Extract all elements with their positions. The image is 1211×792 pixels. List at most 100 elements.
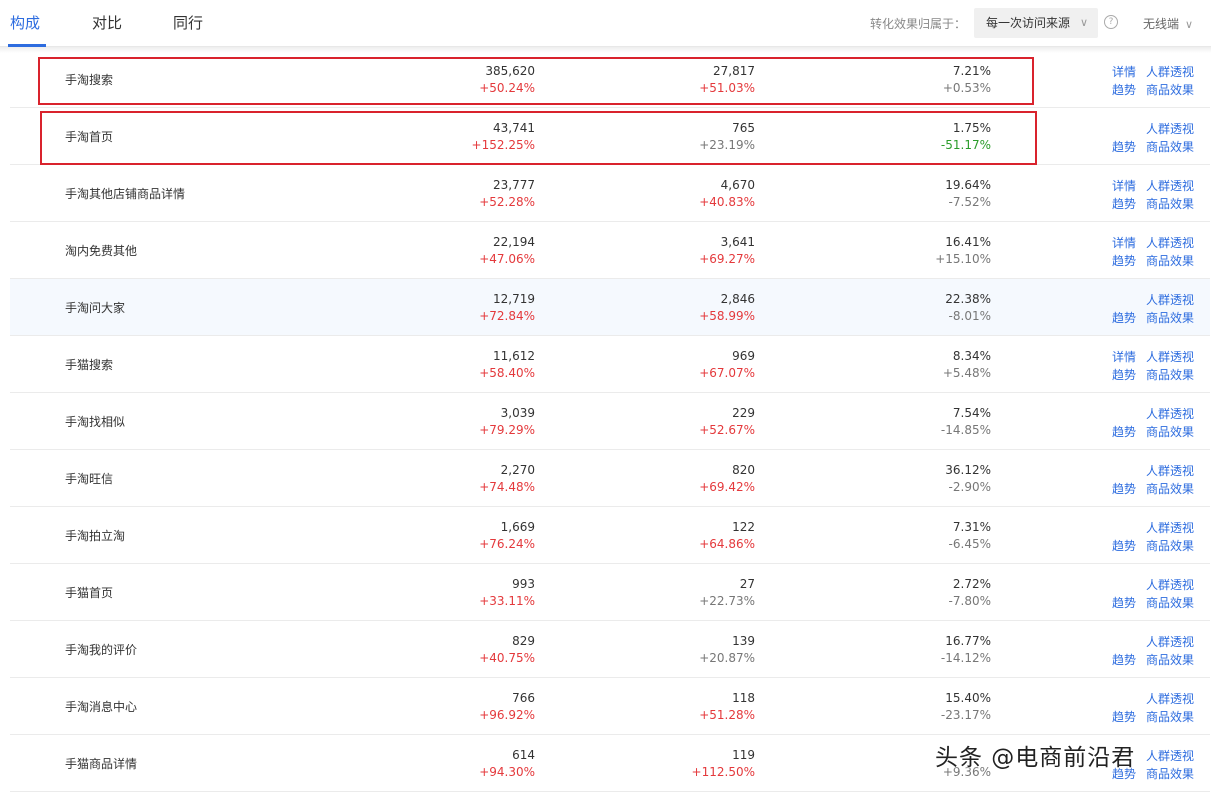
device-select[interactable]: 无线端 ∨ xyxy=(1143,15,1193,32)
crowd-link[interactable]: 人群透视 xyxy=(1146,405,1194,423)
detail-link[interactable]: 详情 xyxy=(1112,177,1136,195)
attribution-select[interactable]: 每一次访问来源 ∨ xyxy=(974,8,1098,38)
crowd-link[interactable]: 人群透视 xyxy=(1146,690,1194,708)
buyers-change: +51.28% xyxy=(699,708,755,722)
buyers-value: 139 xyxy=(732,634,755,648)
conversion-value: 7.21% xyxy=(952,64,991,78)
trend-link[interactable]: 趋势 xyxy=(1112,480,1136,498)
crowd-link[interactable]: 人群透视 xyxy=(1146,291,1194,309)
crowd-link[interactable]: 人群透视 xyxy=(1146,462,1194,480)
buyers-value: 119 xyxy=(732,748,755,762)
crowd-link[interactable]: 人群透视 xyxy=(1146,747,1194,765)
conversion-change: +5.48% xyxy=(942,366,991,380)
crowd-link[interactable]: 人群透视 xyxy=(1146,120,1194,138)
crowd-link[interactable]: 人群透视 xyxy=(1146,576,1194,594)
goods-effect-link[interactable]: 商品效果 xyxy=(1146,252,1194,270)
tab-compare[interactable]: 对比 xyxy=(92,12,122,36)
trend-link[interactable]: 趋势 xyxy=(1112,651,1136,669)
trend-link[interactable]: 趋势 xyxy=(1112,195,1136,213)
buyers-change: +51.03% xyxy=(699,81,755,95)
buyers-cell: 122 +64.86% xyxy=(610,519,755,553)
crowd-link[interactable]: 人群透视 xyxy=(1146,177,1194,195)
goods-effect-link[interactable]: 商品效果 xyxy=(1146,480,1194,498)
trend-link[interactable]: 趋势 xyxy=(1112,81,1136,99)
visitors-value: 22,194 xyxy=(493,235,535,249)
buyers-cell: 4,670 +40.83% xyxy=(610,177,755,211)
chevron-down-icon: ∨ xyxy=(1079,16,1088,29)
detail-link[interactable]: 详情 xyxy=(1112,234,1136,252)
visitors-change: +74.48% xyxy=(479,480,535,494)
conversion-change: -51.17% xyxy=(940,138,991,152)
goods-effect-link[interactable]: 商品效果 xyxy=(1146,537,1194,555)
attribution-selected-value: 每一次访问来源 xyxy=(986,16,1071,30)
conversion-change: +0.53% xyxy=(942,81,991,95)
table-row: 手淘找相似 3,039 +79.29% 229 +52.67% 7.54% -14.85% 人… xyxy=(10,393,1210,450)
trend-link[interactable]: 趋势 xyxy=(1112,309,1136,327)
goods-effect-link[interactable]: 商品效果 xyxy=(1146,651,1194,669)
conversion-value: 8.34% xyxy=(952,349,991,363)
trend-link[interactable]: 趋势 xyxy=(1112,594,1136,612)
goods-effect-link[interactable]: 商品效果 xyxy=(1146,309,1194,327)
crowd-link[interactable]: 人群透视 xyxy=(1146,63,1194,81)
visitors-cell: 12,719 +72.84% xyxy=(390,291,535,325)
buyers-change: +67.07% xyxy=(699,366,755,380)
detail-link[interactable]: 详情 xyxy=(1112,63,1136,81)
trend-link[interactable]: 趋势 xyxy=(1112,537,1136,555)
goods-effect-link[interactable]: 商品效果 xyxy=(1146,765,1194,783)
conversion-change: -7.80% xyxy=(948,594,991,608)
conversion-cell: 7.21% +0.53% xyxy=(846,63,991,97)
goods-effect-link[interactable]: 商品效果 xyxy=(1146,81,1194,99)
conversion-cell: 7.31% -6.45% xyxy=(846,519,991,553)
visitors-change: +79.29% xyxy=(479,423,535,437)
conversion-cell: 8.34% +5.48% xyxy=(846,348,991,382)
source-name: 手猫搜索 xyxy=(65,358,114,372)
crowd-link[interactable]: 人群透视 xyxy=(1146,234,1194,252)
table-row: 手猫首页 993 +33.11% 27 +22.73% 2.72% -7.80% 人群透视 趋势… xyxy=(10,564,1210,621)
buyers-change: +64.86% xyxy=(699,537,755,551)
crowd-link[interactable]: 人群透视 xyxy=(1146,519,1194,537)
buyers-value: 3,641 xyxy=(720,235,755,249)
buyers-cell: 2,846 +58.99% xyxy=(610,291,755,325)
visitors-cell: 829 +40.75% xyxy=(390,633,535,667)
trend-link[interactable]: 趋势 xyxy=(1112,252,1136,270)
trend-link[interactable]: 趋势 xyxy=(1112,366,1136,384)
goods-effect-link[interactable]: 商品效果 xyxy=(1146,138,1194,156)
visitors-cell: 43,741 +152.25% xyxy=(390,120,535,154)
tab-peers[interactable]: 同行 xyxy=(173,12,203,36)
buyers-value: 969 xyxy=(732,349,755,363)
table-row: 手淘我的评价 829 +40.75% 139 +20.87% 16.77% -14.12% 人… xyxy=(10,621,1210,678)
visitors-value: 23,777 xyxy=(493,178,535,192)
visitors-cell: 385,620 +50.24% xyxy=(390,63,535,97)
help-icon[interactable]: ? xyxy=(1104,15,1118,29)
visitors-value: 614 xyxy=(512,748,535,762)
goods-effect-link[interactable]: 商品效果 xyxy=(1146,708,1194,726)
buyers-value: 765 xyxy=(732,121,755,135)
buyers-value: 4,670 xyxy=(720,178,755,192)
visitors-change: +152.25% xyxy=(471,138,535,152)
table-row: 手淘首页 43,741 +152.25% 765 +23.19% 1.75% -51.17%… xyxy=(10,108,1210,165)
goods-effect-link[interactable]: 商品效果 xyxy=(1146,195,1194,213)
detail-link[interactable]: 详情 xyxy=(1112,348,1136,366)
visitors-change: +76.24% xyxy=(479,537,535,551)
trend-link[interactable]: 趋势 xyxy=(1112,708,1136,726)
goods-effect-link[interactable]: 商品效果 xyxy=(1146,366,1194,384)
visitors-value: 11,612 xyxy=(493,349,535,363)
source-name: 手猫商品详情 xyxy=(65,757,138,771)
conversion-change: -14.85% xyxy=(940,423,991,437)
buyers-change: +22.73% xyxy=(699,594,755,608)
source-name: 手淘其他店铺商品详情 xyxy=(65,187,186,201)
tab-composition[interactable]: 构成 xyxy=(10,12,40,36)
table-row: 手淘旺信 2,270 +74.48% 820 +69.42% 36.12% -2.90% 人群… xyxy=(10,450,1210,507)
crowd-link[interactable]: 人群透视 xyxy=(1146,633,1194,651)
buyers-change: +69.27% xyxy=(699,252,755,266)
crowd-link[interactable]: 人群透视 xyxy=(1146,348,1194,366)
visitors-cell: 766 +96.92% xyxy=(390,690,535,724)
visitors-change: +33.11% xyxy=(479,594,535,608)
trend-link[interactable]: 趋势 xyxy=(1112,423,1136,441)
trend-link[interactable]: 趋势 xyxy=(1112,138,1136,156)
goods-effect-link[interactable]: 商品效果 xyxy=(1146,423,1194,441)
goods-effect-link[interactable]: 商品效果 xyxy=(1146,594,1194,612)
visitors-cell: 3,039 +79.29% xyxy=(390,405,535,439)
conversion-cell: 2.72% -7.80% xyxy=(846,576,991,610)
visitors-change: +58.40% xyxy=(479,366,535,380)
